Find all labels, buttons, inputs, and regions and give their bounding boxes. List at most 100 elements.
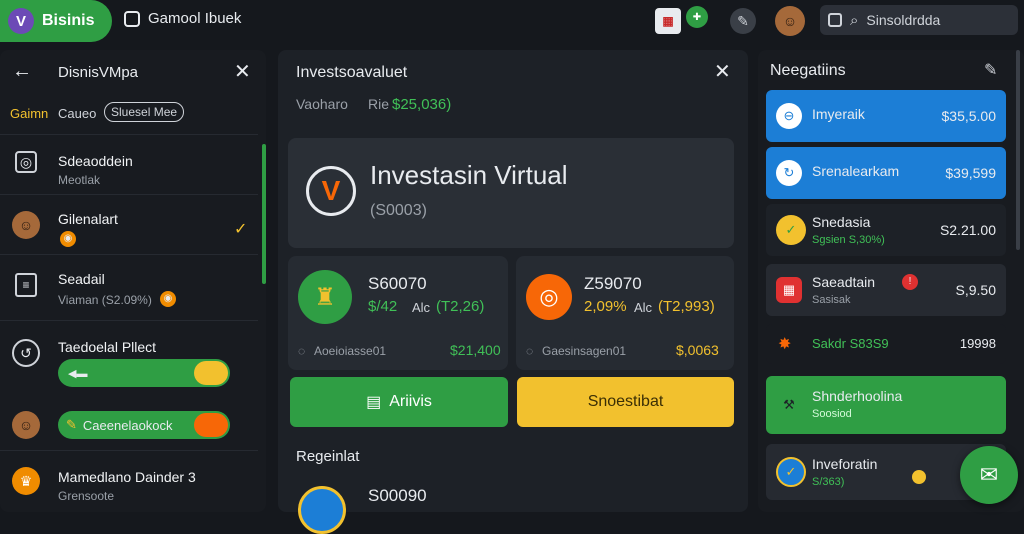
card-percent: 2,09% bbox=[584, 298, 627, 315]
chat-icon: ✉ bbox=[979, 462, 999, 487]
character-icon: ♜ bbox=[298, 270, 352, 324]
coin-icon: ◉ bbox=[60, 231, 76, 247]
bottom-item-icon bbox=[298, 486, 346, 534]
item-title: Sdeaoddein bbox=[58, 153, 133, 169]
card-value: S,9.50 bbox=[955, 282, 996, 298]
filter-icon bbox=[828, 13, 842, 27]
settings-icon[interactable]: ✎ bbox=[730, 8, 756, 34]
search-icon: ⌕ bbox=[850, 11, 859, 29]
card-subtitle: Sasisak bbox=[812, 294, 851, 306]
sub-label: Vaoharo bbox=[296, 96, 348, 112]
list-item[interactable]: ◎ Sdeaoddein Meotlak bbox=[0, 134, 258, 194]
right-panel-title: Neegatiins bbox=[770, 62, 846, 79]
list-item[interactable]: ≡ Seadail Viaman (S2.09%) ◉ bbox=[0, 254, 258, 320]
card-foot-label: Aoeioiasse01 bbox=[314, 344, 387, 358]
stat-card-2[interactable]: ◎ Z59070 2,09% Alc (T2,993) ◌ Gaesinsage… bbox=[516, 256, 734, 370]
sub-prefix: Rie bbox=[368, 96, 390, 112]
hero-card[interactable]: V Investasin Virtual (S0003) bbox=[288, 138, 734, 248]
brand-logo: V bbox=[8, 8, 34, 34]
list-item[interactable]: ☺ Gilenalart ◉ ✓ bbox=[0, 194, 258, 254]
badge-icon[interactable]: ✚ bbox=[686, 6, 708, 28]
card-foot-value: $21,400 bbox=[450, 342, 501, 358]
left-scrollbar[interactable] bbox=[262, 144, 266, 284]
yellow-action-button[interactable]: Snoestibat bbox=[517, 377, 734, 427]
brand-logo-icon: V bbox=[306, 166, 356, 216]
notification-card[interactable]: ▦ Saeadtain ! Sasisak S,9.50 bbox=[766, 264, 1006, 316]
toggle-knob bbox=[194, 361, 228, 385]
hero-value: (S0003) bbox=[370, 202, 427, 219]
card-value: S60070 bbox=[368, 274, 427, 293]
tab-sluesel[interactable]: Sluesel Mee bbox=[104, 102, 185, 122]
item-subtitle: Viaman (S2.09%) bbox=[58, 293, 152, 307]
card-foot-label: Gaesinsagen01 bbox=[542, 344, 627, 358]
tab-gaimn[interactable]: Gaimn bbox=[10, 106, 48, 121]
window-title: Gamool Ibuek bbox=[124, 10, 241, 27]
square-icon: ◎ bbox=[15, 151, 37, 173]
notification-card[interactable]: ↻ Srenalearkam $39,599 bbox=[766, 147, 1006, 199]
window-title-text: Gamool Ibuek bbox=[148, 10, 242, 27]
notification-card[interactable]: ✸ Sakdr S83S9 19998 bbox=[766, 324, 1006, 364]
notification-card[interactable]: ⊖ Imyeraik $35,5.00 bbox=[766, 90, 1006, 142]
card-value: $39,599 bbox=[945, 165, 996, 181]
right-scrollbar[interactable] bbox=[1016, 50, 1020, 250]
search-input[interactable]: ⌕ Sinsoldrdda bbox=[820, 5, 1018, 35]
avatar[interactable]: ☺ bbox=[775, 6, 805, 36]
right-panel: Neegatiins ✎ ⊖ Imyeraik $35,5.00 ↻ Srena… bbox=[758, 50, 1024, 512]
calculator-icon: ▦ bbox=[776, 277, 802, 303]
status-dot-icon bbox=[912, 470, 926, 484]
green-action-button[interactable]: ▤ Ariivis bbox=[290, 377, 508, 427]
yellow-button-label: Snoestibat bbox=[587, 393, 664, 410]
progress-toggle[interactable]: ◀▬ bbox=[58, 359, 230, 387]
item-title: Taedoelal Pllect bbox=[58, 339, 157, 355]
alert-badge-icon: ! bbox=[902, 274, 918, 290]
card-subtitle: Soosiod bbox=[812, 408, 852, 420]
item-subtitle: Grensoote bbox=[58, 489, 115, 503]
card-value: S2.21.00 bbox=[939, 222, 996, 238]
tab-caueo[interactable]: Caueo bbox=[58, 106, 96, 121]
edit-icon[interactable]: ✎ bbox=[984, 60, 997, 80]
card-value: Z59070 bbox=[584, 274, 642, 293]
pill-label: Caeenelaokock bbox=[82, 417, 173, 433]
card-pair-value: (T2,993) bbox=[658, 298, 715, 315]
section-heading: Regeinlat bbox=[296, 448, 360, 465]
close-icon[interactable]: ✕ bbox=[234, 62, 251, 82]
card-value: 19998 bbox=[959, 336, 996, 351]
target-icon: ◎ bbox=[526, 274, 572, 320]
sub-value: $25,036) bbox=[392, 96, 452, 113]
calendar-icon[interactable]: ▦ bbox=[655, 8, 681, 34]
card-pair-label: Alc bbox=[412, 300, 431, 315]
card-subtitle: S/363) bbox=[812, 476, 845, 488]
bottom-item-value: S00090 bbox=[368, 486, 427, 505]
check-badge-icon: ✓ bbox=[776, 457, 806, 487]
left-panel-title: DisnisVMpa bbox=[58, 64, 139, 81]
back-arrow-icon[interactable]: ← bbox=[12, 60, 32, 83]
notification-card[interactable]: ⚒ Shnderhoolina Soosiod bbox=[766, 376, 1006, 434]
burst-icon: ✸ bbox=[778, 336, 792, 353]
brand-button[interactable]: V Bisinis bbox=[0, 0, 112, 42]
pill-knob bbox=[194, 413, 228, 437]
left-panel: ← DisnisVMpa ✕ Gaimn Caueo Sluesel Mee ◎… bbox=[0, 50, 266, 512]
refresh-icon: ↻ bbox=[776, 160, 802, 186]
avatar-icon: ☺ bbox=[12, 411, 40, 439]
top-bar: V Bisinis Gamool Ibuek ▦ ✚ ✎ ☺ ⌕ Sinsold… bbox=[0, 0, 1024, 42]
check-icon: ✓ bbox=[234, 221, 248, 238]
card-pair-label: Alc bbox=[634, 300, 653, 315]
close-icon[interactable]: ✕ bbox=[714, 62, 731, 82]
card-pair-value: (T2,26) bbox=[436, 298, 485, 315]
list-item[interactable]: ♛ Mamedlano Dainder 3 Grensoote bbox=[0, 450, 258, 512]
item-subtitle: Meotlak bbox=[58, 173, 101, 187]
clock-icon: ↺ bbox=[12, 339, 40, 367]
brand-name: Bisinis bbox=[42, 12, 95, 29]
center-panel: Investsoavaluet ✕ Vaoharo Rie $25,036) V… bbox=[278, 50, 748, 534]
card-foot-value: $,0063 bbox=[676, 342, 719, 358]
coin-icon: ◉ bbox=[160, 291, 176, 307]
item-title: Mamedlano Dainder 3 bbox=[58, 469, 196, 485]
chat-button[interactable]: ✉ bbox=[960, 446, 1018, 504]
stat-card-1[interactable]: ♜ S60070 $/42 Alc (T2,26) ◌ Aoeioiasse01… bbox=[288, 256, 508, 370]
notification-card[interactable]: ✓ Snedasia Sgsien S,30%) S2.21.00 bbox=[766, 204, 1006, 256]
list-item[interactable]: ↺ Taedoelal Pllect ◀▬ ☺ ✎ Caeenelaokock bbox=[0, 320, 258, 450]
search-text: Sinsoldrdda bbox=[866, 12, 941, 28]
action-pill[interactable]: ✎ Caeenelaokock bbox=[58, 411, 230, 439]
card-title: Inveforatin bbox=[812, 456, 878, 472]
minus-icon: ⊖ bbox=[776, 103, 802, 129]
